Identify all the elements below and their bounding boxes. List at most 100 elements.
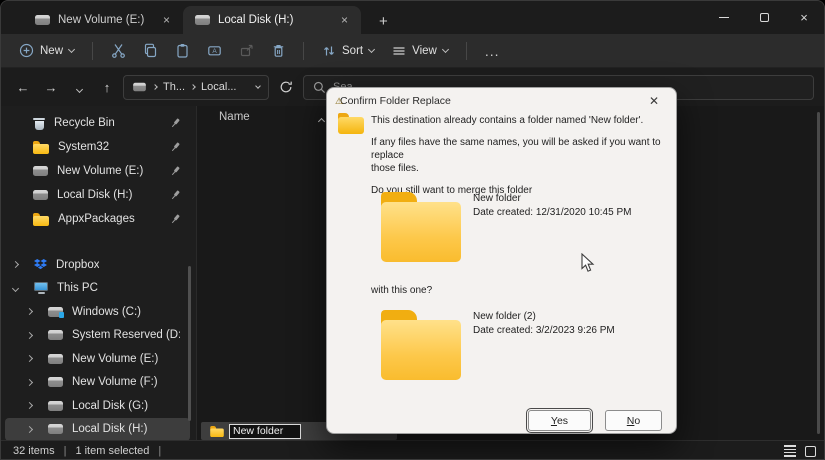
sidebar-item-new-volume-f[interactable]: New Volume (F:) bbox=[5, 371, 190, 395]
paste-button[interactable] bbox=[167, 39, 197, 63]
folder-warning-icon bbox=[338, 113, 364, 134]
breadcrumb[interactable]: Th... Local... bbox=[123, 74, 269, 100]
back-button[interactable]: ← bbox=[11, 80, 35, 95]
column-header-name[interactable]: Name bbox=[219, 111, 250, 123]
sidebar-item-system-reserved-d[interactable]: System Reserved (D:) bbox=[5, 324, 190, 348]
view-toggles bbox=[784, 441, 816, 459]
sidebar-section-gap bbox=[1, 231, 196, 253]
sidebar-item-dropbox[interactable]: Dropbox bbox=[5, 253, 190, 277]
sort-button[interactable]: Sort bbox=[314, 40, 382, 62]
drive-icon bbox=[48, 330, 63, 341]
with-this-one-label: with this one? bbox=[371, 285, 433, 296]
sidebar-item-appxpackages[interactable]: AppxPackages bbox=[5, 207, 190, 231]
drive-icon bbox=[48, 400, 63, 411]
dropbox-icon bbox=[34, 259, 47, 270]
command-bar: New A Sort View ... bbox=[1, 34, 824, 68]
delete-button[interactable] bbox=[263, 39, 293, 63]
sidebar-item-new-volume-e[interactable]: New Volume (E:) bbox=[5, 159, 190, 183]
sort-ascending-icon[interactable] bbox=[317, 117, 326, 126]
sidebar-item-recycle-bin[interactable]: Recycle Bin bbox=[5, 111, 190, 135]
cut-button[interactable] bbox=[103, 39, 133, 63]
sidebar-item-windows-c[interactable]: Windows (C:) bbox=[5, 300, 190, 324]
sidebar-item-label: Windows (C:) bbox=[72, 305, 142, 318]
this-pc-icon bbox=[34, 282, 48, 295]
up-button[interactable]: ↑ bbox=[95, 80, 119, 95]
dialog-close-button[interactable]: ✕ bbox=[645, 92, 663, 110]
sidebar-item-label: System Reserved (D:) bbox=[72, 329, 180, 342]
rename-input[interactable] bbox=[229, 423, 301, 439]
breadcrumb-separator-icon bbox=[152, 84, 158, 90]
dialog-title: Confirm Folder Replace bbox=[340, 95, 451, 107]
new-button[interactable]: New bbox=[11, 39, 82, 62]
pin-icon bbox=[169, 116, 182, 129]
details-view-button[interactable] bbox=[784, 445, 796, 457]
sidebar-item-new-volume-e-tree[interactable]: New Volume (E:) bbox=[5, 347, 190, 371]
trash-icon bbox=[273, 45, 283, 57]
rename-icon: A bbox=[207, 46, 221, 56]
dialog-message-line1: This destination already contains a fold… bbox=[371, 115, 644, 126]
large-icons-view-button[interactable] bbox=[805, 445, 816, 457]
pin-icon bbox=[169, 164, 182, 177]
pin-icon bbox=[169, 188, 182, 201]
tab-label: New Volume (E:) bbox=[58, 14, 145, 26]
chevron-right-icon[interactable] bbox=[25, 331, 34, 339]
no-button[interactable]: No bbox=[605, 410, 662, 431]
maximize-button[interactable] bbox=[744, 1, 784, 33]
sidebar-item-this-pc[interactable]: This PC bbox=[5, 277, 190, 301]
refresh-button[interactable] bbox=[273, 80, 299, 94]
pin-icon bbox=[169, 140, 182, 153]
view-button[interactable]: View bbox=[384, 40, 456, 62]
window-controls: × bbox=[704, 1, 824, 33]
file-list-scrollbar[interactable] bbox=[817, 112, 820, 434]
breadcrumb-item[interactable]: Local... bbox=[201, 81, 236, 93]
status-separator: | bbox=[63, 445, 67, 457]
target-folder-date: Date created: 3/2/2023 9:26 PM bbox=[473, 324, 615, 336]
folder-icon bbox=[33, 212, 49, 226]
chevron-right-icon[interactable] bbox=[25, 402, 34, 410]
chevron-right-icon[interactable] bbox=[25, 308, 34, 316]
sidebar-item-system32[interactable]: System32 bbox=[5, 135, 190, 159]
chevron-right-icon[interactable] bbox=[25, 355, 34, 363]
yes-button[interactable]: Yes bbox=[526, 408, 593, 433]
view-button-label: View bbox=[412, 44, 437, 57]
tab-label: Local Disk (H:) bbox=[218, 14, 294, 26]
sidebar-item-label: Local Disk (G:) bbox=[72, 399, 149, 412]
recent-locations-button[interactable] bbox=[67, 80, 91, 95]
share-button[interactable] bbox=[231, 39, 261, 63]
minimize-icon bbox=[719, 16, 729, 18]
sidebar-scrollbar[interactable] bbox=[188, 266, 191, 421]
breadcrumb-item[interactable]: Th... bbox=[163, 81, 185, 93]
chevron-down-icon[interactable] bbox=[255, 82, 261, 89]
source-folder-icon bbox=[381, 192, 461, 262]
drive-icon bbox=[48, 377, 63, 388]
chevron-right-icon[interactable] bbox=[25, 378, 34, 386]
see-more-button[interactable]: ... bbox=[477, 39, 508, 63]
pin-icon bbox=[169, 212, 182, 225]
tab-close-icon[interactable]: × bbox=[338, 13, 351, 27]
chevron-right-icon[interactable] bbox=[25, 425, 34, 433]
new-tab-button[interactable]: + bbox=[373, 13, 394, 30]
svg-text:A: A bbox=[212, 48, 217, 55]
file-explorer-window: New Volume (E:) × Local Disk (H:) × + × … bbox=[0, 0, 825, 460]
sidebar-item-local-disk-h-pinned[interactable]: Local Disk (H:) bbox=[5, 183, 190, 207]
sidebar-item-label: New Volume (E:) bbox=[72, 352, 159, 365]
minimize-button[interactable] bbox=[704, 1, 744, 33]
windows-logo-icon bbox=[58, 312, 64, 318]
close-button[interactable]: × bbox=[784, 1, 824, 33]
tab-local-disk-h[interactable]: Local Disk (H:) × bbox=[183, 6, 361, 34]
source-folder-date: Date created: 12/31/2020 10:45 PM bbox=[473, 206, 632, 218]
tab-new-volume-e[interactable]: New Volume (E:) × bbox=[23, 6, 183, 34]
forward-button[interactable]: → bbox=[39, 80, 63, 95]
chevron-down-icon[interactable] bbox=[11, 284, 20, 292]
sidebar-item-local-disk-g[interactable]: Local Disk (G:) bbox=[5, 394, 190, 418]
source-folder-info: New folder Date created: 12/31/2020 10:4… bbox=[473, 192, 631, 219]
share-icon bbox=[240, 44, 253, 57]
chevron-right-icon[interactable] bbox=[11, 261, 20, 269]
rename-button[interactable]: A bbox=[199, 39, 229, 63]
toolbar-divider bbox=[303, 41, 305, 60]
tab-close-icon[interactable]: × bbox=[160, 13, 173, 27]
breadcrumb-separator-icon bbox=[190, 84, 196, 90]
sidebar-item-local-disk-h[interactable]: Local Disk (H:) bbox=[5, 417, 190, 441]
mouse-cursor bbox=[581, 253, 595, 273]
copy-button[interactable] bbox=[135, 39, 165, 63]
